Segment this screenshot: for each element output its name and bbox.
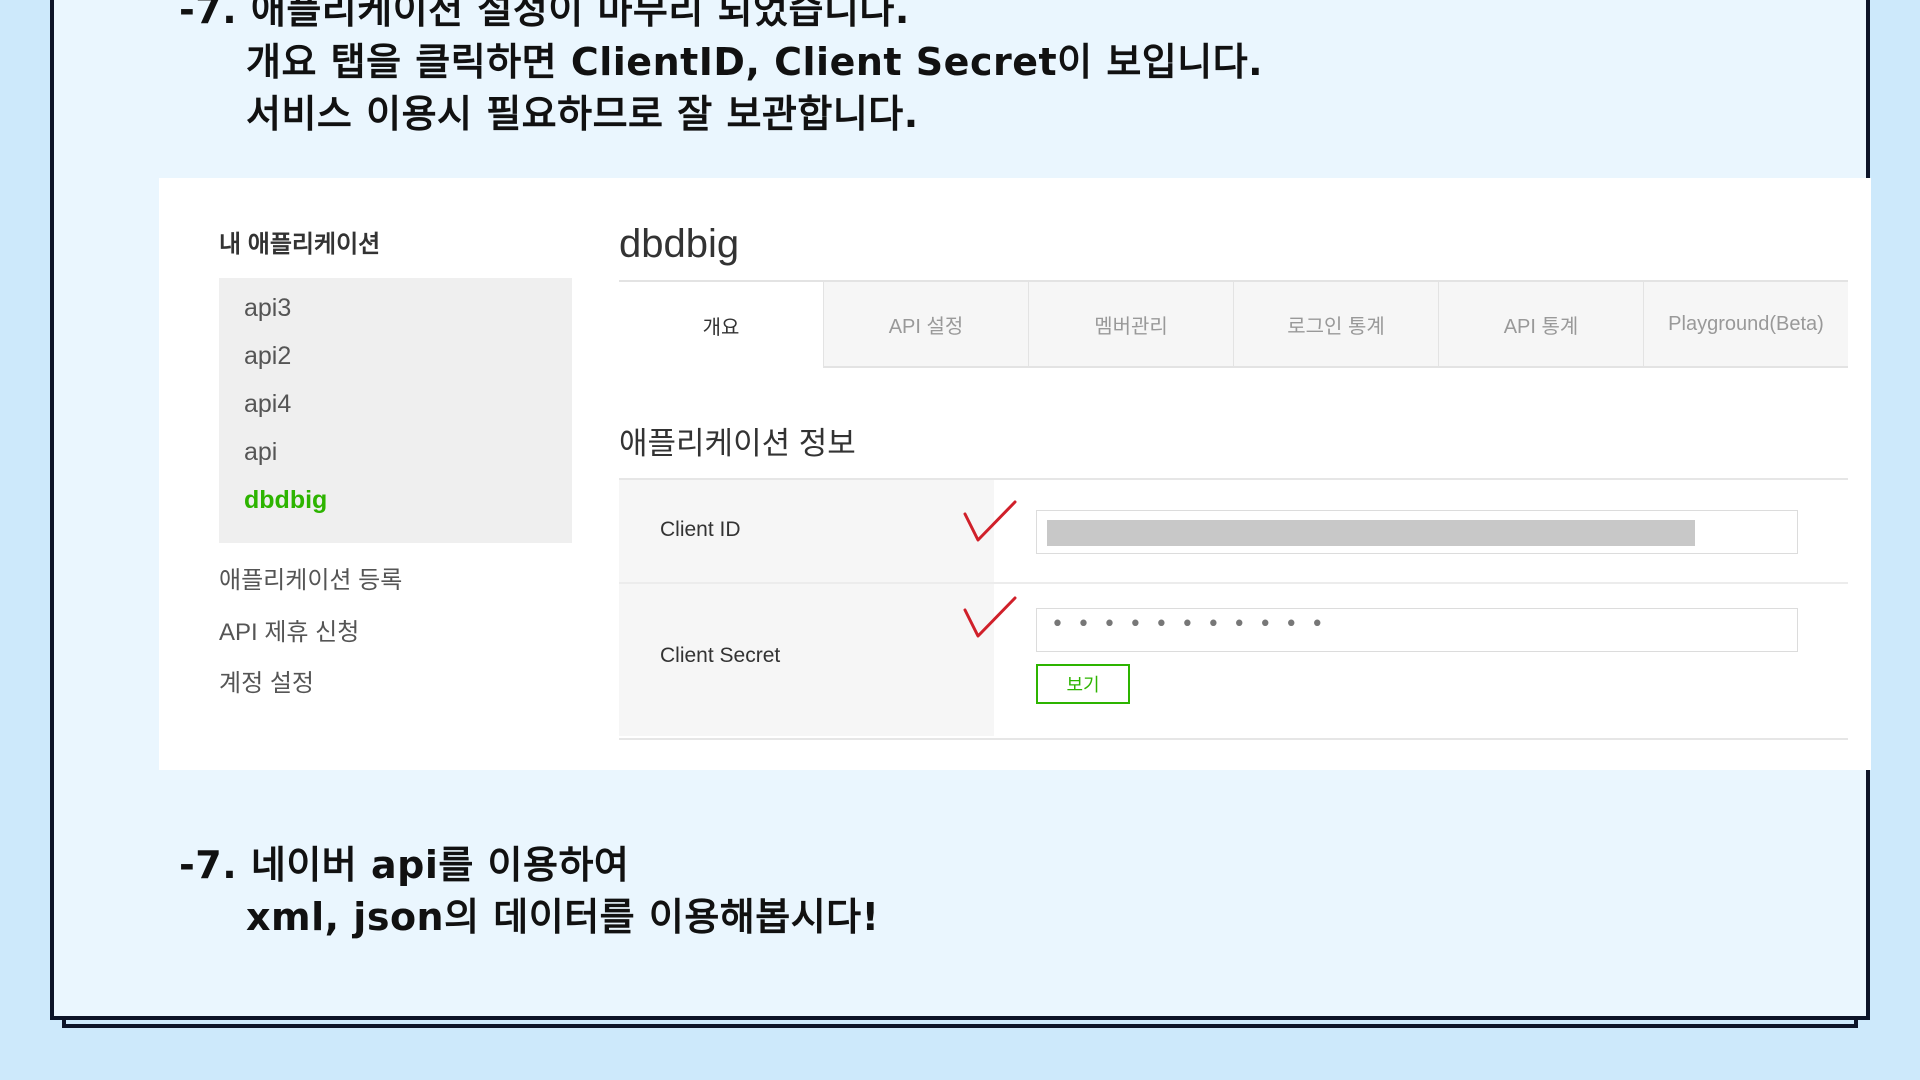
sidebar-item-api2[interactable]: api2 [244, 342, 291, 371]
client-secret-label-cell: Client Secret [619, 584, 994, 736]
client-secret-row: Client Secret • • • • • • • • • • • 보기 [619, 584, 1848, 736]
tab-login-stats[interactable]: 로그인 통계 [1233, 282, 1438, 368]
secret-mask: • • • • • • • • • • • [1051, 612, 1327, 637]
note-line: 개요 탭을 클릭하면 ClientID, Client Secret이 보입니다… [246, 40, 1264, 84]
naver-developers-screenshot: 내 애플리케이션 api3 api2 api4 api dbdbig 애플리케이… [159, 178, 1871, 770]
app-title: dbdbig [619, 222, 740, 266]
note-line: xml, json의 데이터를 이용해봅시다! [246, 895, 880, 939]
sidebar-item-api[interactable]: api [244, 438, 277, 467]
client-id-label-cell: Client ID [619, 480, 994, 582]
client-id-label: Client ID [660, 518, 741, 541]
sidebar-item-api4[interactable]: api4 [244, 390, 291, 419]
tab-api-stats[interactable]: API 통계 [1438, 282, 1643, 368]
client-secret-field[interactable]: • • • • • • • • • • • [1036, 608, 1798, 652]
sidebar-link-account-settings[interactable]: 계정 설정 [219, 663, 314, 698]
sidebar-link-register[interactable]: 애플리케이션 등록 [219, 560, 402, 595]
sidebar-link-api-partnership[interactable]: API 제휴 신청 [219, 612, 359, 647]
client-secret-label: Client Secret [660, 644, 781, 667]
tab-playground[interactable]: Playground(Beta) [1643, 282, 1848, 368]
tab-overview[interactable]: 개요 [619, 282, 823, 368]
note-line: -7. 네이버 api를 이용하여 [179, 843, 630, 887]
tab-bar: 개요 API 설정 멤버관리 로그인 통계 API 통계 Playground(… [619, 280, 1848, 368]
note-card: -7. 애플리케이션 설정이 마무리 되었습니다. 개요 탭을 클릭하면 Cli… [50, 0, 1871, 1020]
bottom-note: -7. 네이버 api를 이용하여 xml, json의 데이터를 이용해봅시다… [179, 839, 879, 943]
sidebar-item-api3[interactable]: api3 [244, 294, 291, 323]
tab-api-settings[interactable]: API 설정 [823, 282, 1028, 368]
section-title: 애플리케이션 정보 [619, 426, 856, 461]
client-id-field[interactable] [1036, 510, 1798, 554]
note-line: -7. 애플리케이션 설정이 마무리 되었습니다. [179, 0, 910, 32]
app-list: api3 api2 api4 api dbdbig [219, 278, 572, 543]
note-line: 서비스 이용시 필요하므로 잘 보관합니다. [246, 92, 919, 136]
checkmark-icon [963, 500, 1017, 542]
client-id-row: Client ID [619, 480, 1848, 584]
sidebar-item-dbdbig[interactable]: dbdbig [244, 486, 327, 515]
view-secret-button[interactable]: 보기 [1036, 664, 1130, 704]
app-info-table: Client ID Client Secret • • • • • • • • … [619, 478, 1848, 740]
sidebar-title: 내 애플리케이션 [219, 231, 381, 258]
checkmark-icon [963, 596, 1017, 638]
redacted-client-id [1047, 520, 1695, 546]
top-note: -7. 애플리케이션 설정이 마무리 되었습니다. 개요 탭을 클릭하면 Cli… [179, 0, 1263, 140]
tab-members[interactable]: 멤버관리 [1028, 282, 1233, 368]
